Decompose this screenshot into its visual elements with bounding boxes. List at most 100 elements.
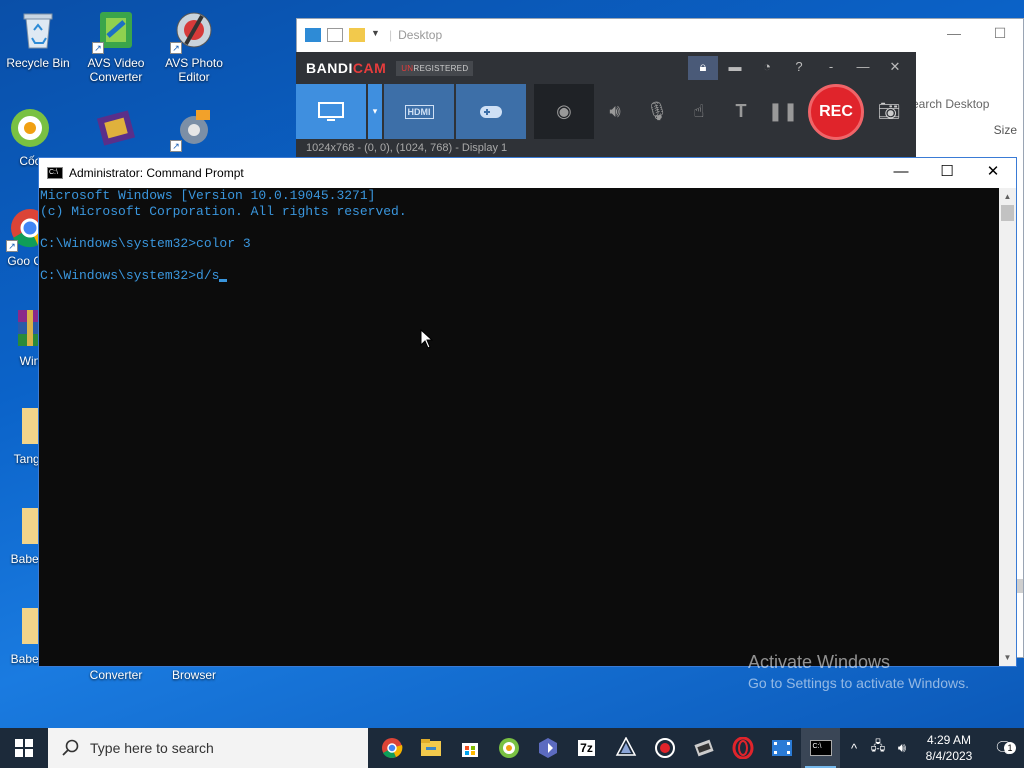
console-input-line[interactable]: C:\Windows\system32>d/s [40, 268, 998, 284]
command-prompt-icon: C:\ [47, 167, 63, 179]
console-line: C:\Windows\system32>color 3 [40, 236, 251, 251]
bandicam-icon [654, 738, 675, 758]
cmd-titlebar[interactable]: C:\ Administrator: Command Prompt [39, 158, 1016, 188]
recycle-bin-icon [16, 8, 60, 52]
avs-photo-editor-icon: ↗ [170, 8, 216, 54]
console-line: C:\Windows\system32>d/s [40, 268, 220, 283]
pause-icon[interactable]: ❚❚ [762, 84, 804, 139]
close-button[interactable]: ✕ [970, 158, 1016, 188]
taskbar-app-file-explorer[interactable] [411, 728, 450, 768]
desktop-icon-label: Recycle Bin [6, 56, 70, 70]
taskbar-app-video-editor[interactable] [762, 728, 801, 768]
volume-icon[interactable]: 🔊︎ [890, 740, 914, 756]
properties-icon[interactable] [327, 28, 343, 42]
microphone-icon[interactable]: 🎙︎ [636, 84, 678, 139]
explorer-title: Desktop [398, 28, 443, 42]
taskbar-app-coc-coc[interactable] [489, 728, 528, 768]
help-icon[interactable]: ? [784, 56, 814, 80]
minimize-button[interactable]: — [878, 158, 924, 188]
notification-count: 1 [1004, 742, 1016, 754]
webcam-icon[interactable]: ◉ [534, 84, 594, 139]
coc-coc-browser-icon [8, 106, 52, 150]
mouse-pointer-icon [420, 329, 434, 349]
scrollbar-thumb[interactable] [1001, 205, 1014, 221]
network-icon[interactable]: 🖧︎ [866, 737, 890, 759]
explorer-titlebar[interactable]: ▼ | Desktop [297, 19, 1023, 51]
minimize-button[interactable]: — [848, 56, 878, 80]
power-automate-icon [538, 738, 557, 758]
search-icon [62, 739, 79, 756]
search-placeholder: Type here to search [90, 740, 214, 756]
monitor-icon [318, 101, 344, 121]
taskbar-app-bandicam[interactable] [645, 728, 684, 768]
taskbar-app-power-automate[interactable] [528, 728, 567, 768]
camera-icon[interactable]: 📷︎ [868, 84, 910, 139]
record-button[interactable]: REC [808, 84, 864, 140]
console-output[interactable]: Microsoft Windows [Version 10.0.19045.32… [39, 188, 999, 666]
bandicam-logo: BANDICAM [306, 60, 387, 76]
inkscape-icon [615, 737, 636, 756]
desktop-icon-label: Browser [171, 668, 216, 682]
column-header-size[interactable]: Size [994, 123, 1017, 137]
gamepad-icon [480, 105, 502, 118]
mouse-click-icon[interactable]: ☝︎ [678, 84, 720, 139]
taskbar-app-inkscape[interactable] [606, 728, 645, 768]
bandicam-window[interactable]: BANDICAM UNREGISTERED 🔒︎ ▬ ◔ ? - — ✕ ▾ H… [296, 52, 916, 157]
taskbar-app-7zip[interactable]: 7z [567, 728, 606, 768]
unregistered-badge: UNREGISTERED [396, 60, 474, 76]
speaker-icon[interactable]: 🔊︎ [594, 84, 636, 139]
mode-dropdown-button[interactable]: ▾ [368, 84, 384, 139]
collapse-button[interactable]: - [816, 56, 846, 80]
command-prompt-window[interactable]: C:\ Administrator: Command Prompt — ☐ ✕ … [38, 157, 1017, 667]
minimize-button[interactable]: — [931, 19, 977, 49]
text-overlay-icon[interactable]: T [720, 84, 762, 139]
notification-center-button[interactable]: 🗨︎ 1 [984, 738, 1024, 758]
chevron-down-icon[interactable]: ▼ [371, 28, 381, 42]
folder-icon[interactable] [349, 28, 365, 42]
desktop-icon-converter[interactable]: Converter [78, 668, 154, 682]
file-explorer-icon [420, 739, 441, 756]
taskbar-app-command-prompt[interactable]: C:\ [801, 728, 840, 768]
taskbar-app-store[interactable] [450, 728, 489, 768]
opera-icon [732, 737, 753, 759]
vertical-scrollbar[interactable]: ▲ ▼ [999, 188, 1016, 666]
store-icon [461, 743, 478, 757]
desktop-icon-settings-tool[interactable]: ↗ [156, 106, 232, 154]
desktop-icon-browser[interactable]: Browser [156, 668, 232, 682]
gear-icon: ↗ [170, 106, 216, 152]
scroll-up-icon[interactable]: ▲ [999, 188, 1016, 205]
desktop-icon-avs-video-converter[interactable]: ↗ AVS Video Converter [78, 8, 154, 84]
taskbar-search-box[interactable]: Type here to search [48, 728, 368, 768]
chevron-up-icon[interactable]: ^ [842, 741, 866, 756]
maximize-button[interactable]: ☐ [977, 19, 1023, 49]
windows-logo-icon [15, 739, 33, 757]
game-recording-mode-button[interactable] [456, 84, 528, 139]
desktop-icon-video-editor[interactable] [78, 106, 154, 154]
taskbar-app-opera[interactable] [723, 728, 762, 768]
capture-area-status: 1024x768 - (0, 0), (1024, 768) - Display… [306, 142, 508, 154]
desktop-icon-label: AVS Video Converter [87, 56, 145, 84]
desktop-icon-recycle-bin[interactable]: Recycle Bin [0, 8, 76, 70]
text-cursor [219, 279, 228, 282]
system-tray: ^ 🖧︎ 🔊︎ 4:29 AM 8/4/2023 🗨︎ 1 [842, 728, 1024, 768]
taskbar-clock[interactable]: 4:29 AM 8/4/2023 [914, 732, 984, 764]
watermark-title: Activate Windows [748, 652, 891, 672]
chrome-icon [381, 738, 402, 758]
taskbar-app-avs-video[interactable] [684, 728, 723, 768]
clock-icon[interactable]: ◔ [752, 56, 782, 80]
start-button[interactable] [0, 728, 48, 768]
clock-time: 4:29 AM [926, 733, 972, 747]
desktop-icon-avs-photo-editor[interactable]: ↗ AVS Photo Editor [156, 8, 232, 84]
lock-icon[interactable]: 🔒︎ [688, 56, 718, 80]
maximize-button[interactable]: ☐ [924, 158, 970, 188]
screen-recording-mode-button[interactable] [296, 84, 368, 139]
video-editor-icon [771, 740, 792, 756]
device-recording-mode-button[interactable]: HDMI [384, 84, 456, 139]
search-input[interactable]: earch Desktop [911, 91, 1023, 117]
video-editor-icon [94, 106, 138, 150]
close-button[interactable]: ✕ [880, 56, 910, 80]
scroll-down-icon[interactable]: ▼ [999, 649, 1016, 666]
taskbar-app-chrome[interactable] [372, 728, 411, 768]
folder-icon[interactable]: ▬ [720, 56, 750, 80]
